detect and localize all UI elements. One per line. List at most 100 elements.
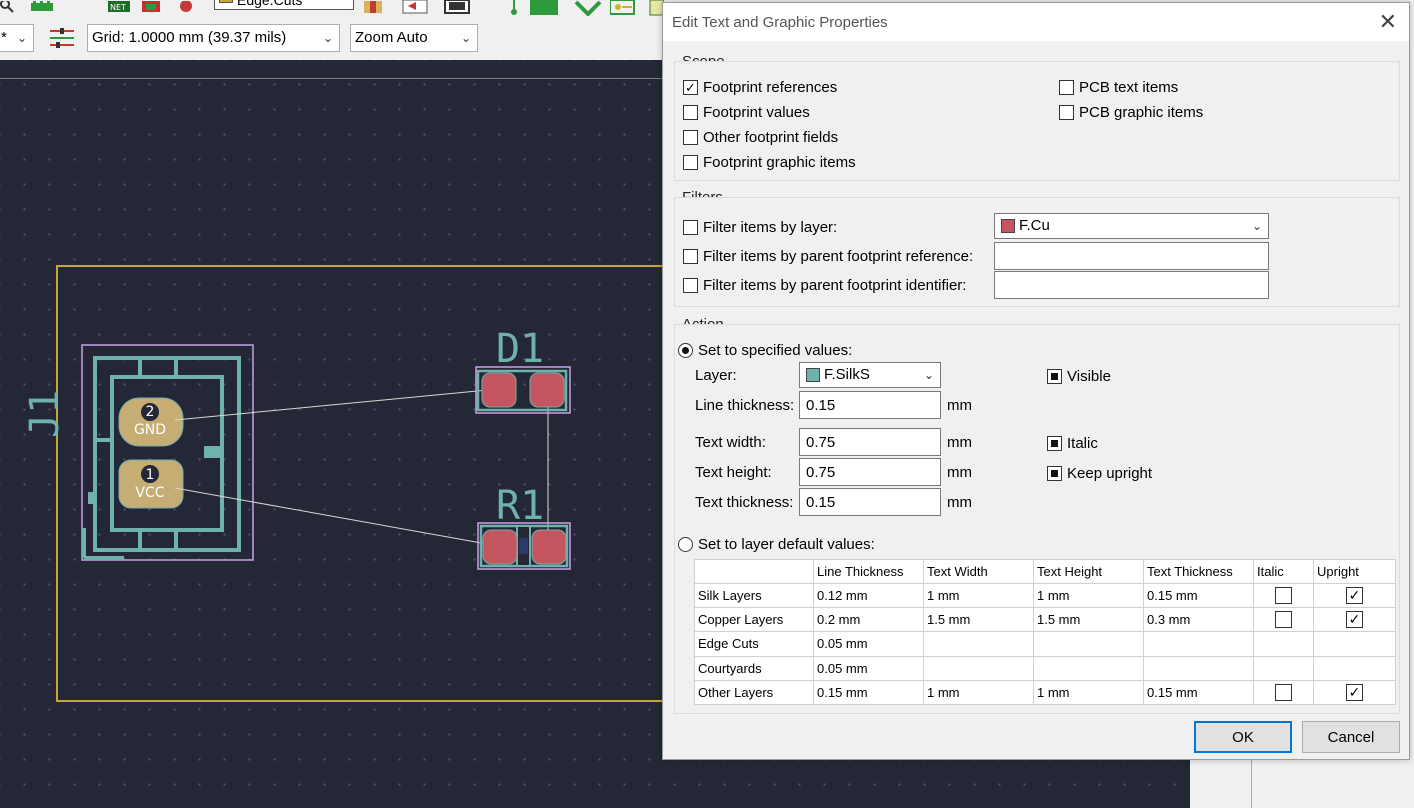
text-height-input[interactable] <box>799 458 941 486</box>
grid-cell[interactable]: 0.12 mm <box>813 582 924 609</box>
grid-italic-cell[interactable] <box>1253 679 1314 706</box>
checkbox-icon[interactable] <box>683 154 698 170</box>
zoom-selector[interactable]: Zoom Auto ⌄ <box>350 24 478 52</box>
checkbox-indeterminate-icon[interactable] <box>1047 435 1062 451</box>
checkbox-icon[interactable] <box>1275 611 1292 629</box>
scope-pcb-graphic-items[interactable]: PCB graphic items <box>1059 102 1203 122</box>
grid-italic-cell[interactable] <box>1253 582 1314 609</box>
radio-selected-icon[interactable] <box>678 342 693 358</box>
add-via-icon[interactable] <box>574 0 602 17</box>
units-selector[interactable]: * ⌄ <box>0 24 34 52</box>
visible-checkbox[interactable]: Visible <box>1047 366 1111 386</box>
checkbox-icon[interactable] <box>683 248 698 264</box>
inspect-icon[interactable] <box>0 0 22 14</box>
grid-cell[interactable]: 0.15 mm <box>1143 679 1254 706</box>
keep-upright-checkbox[interactable]: Keep upright <box>1047 463 1152 483</box>
route-track-icon[interactable] <box>502 0 524 15</box>
action-layer-select[interactable]: F.SilkS ⌄ <box>799 362 941 388</box>
checkbox-checked-icon[interactable]: ✓ <box>683 79 698 95</box>
grid-selector[interactable]: Grid: 1.0000 mm (39.37 mils) ⌄ <box>87 24 340 52</box>
grid-cell[interactable]: 1 mm <box>1033 582 1144 609</box>
ok-button[interactable]: OK <box>1194 721 1292 753</box>
grid-cell[interactable]: 0.05 mm <box>813 631 924 657</box>
grid-cell[interactable]: 1 mm <box>923 679 1034 706</box>
grid-cell[interactable]: 1.5 mm <box>923 607 1034 633</box>
grid-upright-cell[interactable]: ✓ <box>1313 582 1396 609</box>
checkbox-icon[interactable] <box>683 219 698 235</box>
table-row: Silk Layers 0.12 mm 1 mm 1 mm 0.15 mm ✓ <box>694 582 1396 609</box>
filter-by-identifier[interactable]: Filter items by parent footprint identif… <box>683 275 966 295</box>
add-dimension-icon[interactable] <box>609 0 635 15</box>
checkbox-icon[interactable] <box>683 277 698 293</box>
r1-pad-2 <box>531 529 567 565</box>
grid-cell[interactable]: 1.5 mm <box>1033 607 1144 633</box>
filter-by-layer[interactable]: Filter items by layer: <box>683 217 837 237</box>
grid-cell[interactable]: 0.15 mm <box>1143 582 1254 609</box>
checkbox-icon[interactable] <box>1059 104 1074 120</box>
checkbox-icon[interactable] <box>683 129 698 145</box>
add-zone-icon[interactable] <box>530 0 558 15</box>
grid-col-header <box>694 559 814 584</box>
dialog-title: Edit Text and Graphic Properties <box>672 14 888 31</box>
filter-identifier-input[interactable] <box>994 271 1269 299</box>
grid-cell[interactable]: 0.2 mm <box>813 607 924 633</box>
set-specified-values-radio[interactable]: Set to specified values: <box>678 340 852 360</box>
filter-layer-value: F.Cu <box>1019 217 1050 234</box>
drc-bug-icon[interactable] <box>176 0 198 14</box>
layer-manager-icon[interactable] <box>48 26 76 52</box>
scope-other-footprint-fields[interactable]: Other footprint fields <box>683 127 838 147</box>
action-layer-value: F.SilkS <box>824 366 870 383</box>
grid-cell[interactable]: 0.3 mm <box>1143 607 1254 633</box>
dialog-titlebar[interactable]: Edit Text and Graphic Properties ✕ <box>663 3 1409 41</box>
footprint-icon[interactable] <box>30 0 53 14</box>
scope-footprint-values[interactable]: Footprint values <box>683 102 810 122</box>
text-thickness-input[interactable] <box>799 488 941 516</box>
radio-icon[interactable] <box>678 536 693 552</box>
checkbox-icon[interactable] <box>683 104 698 120</box>
checkbox-indeterminate-icon[interactable] <box>1047 368 1062 384</box>
r1-reference[interactable]: R1 <box>496 483 544 529</box>
scope-pcb-text-items[interactable]: PCB text items <box>1059 77 1178 97</box>
filter-reference-input[interactable] <box>994 242 1269 270</box>
text-width-input[interactable] <box>799 428 941 456</box>
d1-pad-1 <box>481 372 517 408</box>
grid-upright-cell[interactable]: ✓ <box>1313 679 1396 706</box>
grid-cell[interactable]: 1 mm <box>923 582 1034 609</box>
netlist-icon[interactable]: NET <box>108 0 130 14</box>
filter-by-identifier-label: Filter items by parent footprint identif… <box>703 276 967 294</box>
d1-reference[interactable]: D1 <box>496 326 544 372</box>
grid-italic-cell[interactable] <box>1253 607 1314 633</box>
3d-viewer-icon[interactable] <box>444 0 470 14</box>
grid-cell[interactable]: 0.05 mm <box>813 655 924 681</box>
j1-reference[interactable]: J1 <box>22 390 68 438</box>
checkbox-checked-icon[interactable]: ✓ <box>1346 611 1363 629</box>
checkbox-checked-icon[interactable]: ✓ <box>1346 683 1363 701</box>
set-layer-defaults-radio[interactable]: Set to layer default values: <box>678 534 875 554</box>
checkbox-indeterminate-icon[interactable] <box>1047 465 1062 481</box>
checkbox-checked-icon[interactable]: ✓ <box>1346 587 1363 605</box>
text-thickness-unit: mm <box>947 494 972 511</box>
layer-pair-icon[interactable] <box>362 0 384 14</box>
active-layer-selector[interactable]: Edge.Cuts <box>214 0 354 10</box>
checkbox-icon[interactable] <box>1059 79 1074 95</box>
scope-footprint-graphic-items[interactable]: Footprint graphic items <box>683 152 856 172</box>
schematic-link-icon[interactable] <box>402 0 428 14</box>
chevron-down-icon: ⌄ <box>16 31 27 45</box>
keep-upright-label: Keep upright <box>1067 464 1153 482</box>
board-setup-icon[interactable] <box>140 0 162 14</box>
checkbox-icon[interactable] <box>1275 587 1292 605</box>
grid-cell[interactable]: 1 mm <box>1033 679 1144 706</box>
grid-cell <box>923 631 1034 657</box>
line-thickness-input[interactable] <box>799 391 941 419</box>
checkbox-icon[interactable] <box>1275 683 1292 701</box>
close-icon[interactable]: ✕ <box>1379 9 1397 35</box>
grid-upright-cell[interactable]: ✓ <box>1313 607 1396 633</box>
filter-layer-select[interactable]: F.Cu ⌄ <box>994 213 1269 239</box>
scope-footprint-references[interactable]: ✓ Footprint references <box>683 77 837 97</box>
grid-cell[interactable]: 0.15 mm <box>813 679 924 706</box>
layer-defaults-grid[interactable]: Line Thickness Text Width Text Height Te… <box>694 559 1396 706</box>
italic-label: Italic <box>1067 434 1098 452</box>
filter-by-reference[interactable]: Filter items by parent footprint referen… <box>683 246 973 266</box>
italic-checkbox[interactable]: Italic <box>1047 433 1098 453</box>
cancel-button[interactable]: Cancel <box>1302 721 1400 753</box>
